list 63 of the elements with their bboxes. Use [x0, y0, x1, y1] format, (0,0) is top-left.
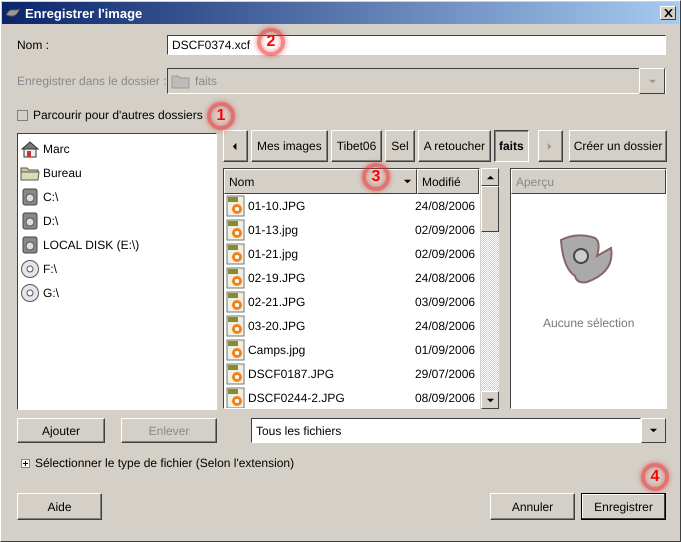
- column-header[interactable]: Modifié: [417, 169, 479, 194]
- drive-icon: [20, 235, 40, 255]
- drive-icon: [20, 187, 40, 207]
- scrollbar-thumb[interactable]: [481, 186, 499, 232]
- checkbox[interactable]: [17, 110, 28, 120]
- house-icon: [20, 139, 40, 159]
- step-marker: 3: [362, 163, 390, 191]
- file-row[interactable]: 03-20.JPG 24/08/2006: [224, 314, 479, 338]
- image-file-icon: [226, 243, 246, 265]
- image-file-icon: [226, 291, 246, 313]
- window-title: Enregistrer l'image: [25, 6, 144, 20]
- create-folder-button[interactable]: Créer un dossier: [568, 130, 668, 162]
- place-item[interactable]: D:\: [20, 209, 214, 233]
- arrow-icon: [648, 76, 656, 86]
- path-button[interactable]: Sel: [385, 130, 415, 162]
- cancel-button[interactable]: Annuler: [490, 493, 575, 520]
- name-label: Nom :: [17, 38, 50, 52]
- path-button[interactable]: Tibet06: [330, 130, 382, 162]
- arrow-icon: [403, 177, 412, 186]
- place-item[interactable]: C:\: [20, 185, 214, 209]
- image-file-icon: [226, 339, 246, 361]
- place-item[interactable]: LOCAL DISK (E:\): [20, 233, 214, 257]
- disc-icon: [20, 283, 40, 303]
- close-button[interactable]: [660, 6, 676, 20]
- add-button[interactable]: Ajouter: [17, 418, 105, 443]
- place-item[interactable]: F:\: [20, 257, 214, 281]
- file-row[interactable]: DSCF0187.JPG 29/07/2006: [224, 362, 479, 386]
- drive-icon: [20, 211, 40, 231]
- scrollbar[interactable]: [481, 168, 499, 409]
- expander-label[interactable]: Sélectionner le type de fichier (Selon l'extension): [35, 456, 294, 470]
- back-button[interactable]: [223, 130, 248, 162]
- arrow-icon: [649, 426, 658, 435]
- place-item[interactable]: Bureau: [20, 161, 214, 185]
- step-marker: 1: [207, 102, 235, 130]
- image-file-icon: [226, 219, 246, 241]
- file-row[interactable]: 02-21.JPG 03/09/2006: [224, 290, 479, 314]
- folder-label: Enregistrer dans le dossier :: [17, 74, 167, 88]
- path-button[interactable]: A retoucher: [418, 130, 491, 162]
- image-file-icon: [226, 195, 246, 217]
- image-file-icon: [226, 363, 246, 385]
- file-row[interactable]: 01-21.jpg 02/09/2006: [224, 242, 479, 266]
- save-button[interactable]: Enregistrer: [581, 493, 666, 520]
- file-row[interactable]: 01-13.jpg 02/09/2006: [224, 218, 479, 242]
- place-item[interactable]: Marc: [20, 137, 214, 161]
- preview-header: Aperçu: [511, 169, 666, 194]
- file-row[interactable]: 02-19.JPG 24/08/2006: [224, 266, 479, 290]
- expander-icon[interactable]: [21, 458, 30, 468]
- place-item[interactable]: G:\: [20, 281, 214, 305]
- close-icon: [664, 9, 672, 17]
- help-button[interactable]: Aide: [17, 493, 102, 520]
- file-row[interactable]: Camps.jpg 01/09/2006: [224, 338, 479, 362]
- path-button[interactable]: Mes images: [251, 130, 328, 162]
- path-button[interactable]: faits: [494, 130, 529, 162]
- step-marker: 4: [641, 463, 669, 491]
- disc-icon: [20, 259, 40, 279]
- image-file-icon: [226, 267, 246, 289]
- image-file-icon: [226, 315, 246, 337]
- file-row[interactable]: DSCF0244-2.JPG 08/09/2006: [224, 386, 479, 408]
- file-row[interactable]: 01-10.JPG 24/08/2006: [224, 194, 479, 218]
- preview-message: Aucune sélection: [543, 316, 634, 330]
- arrow-icon: [486, 396, 494, 404]
- checkbox-label: Parcourir pour d'autres dossiers: [33, 108, 203, 122]
- step-marker: 2: [257, 28, 285, 56]
